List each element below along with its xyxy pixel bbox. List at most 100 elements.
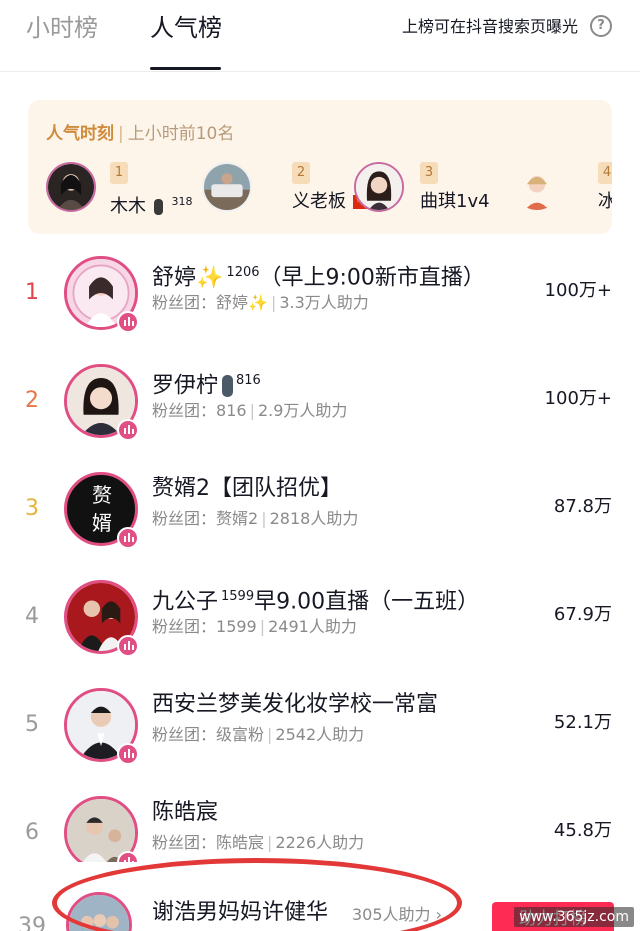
separator: | [259,617,266,636]
streamer-name: 赘婿2【团队招优】 [152,476,342,501]
popularity-moment-card[interactable]: 人气时刻|上小时前10名 1 木木 318 2 义老板 ★ 3 曲琪1v4 [28,100,612,234]
moment-item-name: 冰 [598,191,612,212]
moment-number: 318 [171,195,193,208]
popularity-score: 87.8万 [553,496,612,517]
watermark: www.365jz.com [514,907,634,927]
fan-club-name: 1599 [216,617,257,636]
rank-number: 5 [25,712,39,737]
support-count: 2542人助力 [275,725,365,744]
live-indicator-icon [117,311,139,333]
moment-item[interactable]: 4 冰 [512,158,612,218]
fan-label: 粉丝团： [152,617,217,636]
ranking-row[interactable]: 4 九公子 1599早9.00直播（一五班） 粉丝团：1599 | 2491人助力 6… [0,572,640,680]
my-name: 谢浩男妈妈许健华 [152,900,329,925]
name-text: 罗伊柠 [152,373,219,399]
active-tab-indicator [150,67,221,70]
avatar-text: 赘婿 [92,483,112,535]
ranking-row[interactable]: 3 赘婿 赘婿2【团队招优】 粉丝团：赘婿2 | 2818人助力 87.8万 [0,464,640,572]
fan-label: 粉丝团： [152,293,217,312]
separator: | [270,293,277,312]
fan-label: 粉丝团： [152,509,217,528]
support-count: 2818人助力 [269,509,359,528]
fan-club-info: 粉丝团：陈皓宸 | 2226人助力 [152,832,364,854]
name-tail: 早9.00直播（一五班） [254,589,480,615]
tab-popularity[interactable]: 人气榜 [150,12,222,44]
popularity-score: 67.9万 [553,604,612,625]
name-text: 九公子 [152,589,219,615]
tab-hourly[interactable]: 小时榜 [26,12,98,44]
fan-club-info: 粉丝团：级富粉 | 2542人助力 [152,724,364,746]
moment-rank-badge: 3 [420,162,438,184]
separator: | [261,509,267,528]
moment-rank-badge: 4 [598,162,612,184]
question-circle-icon[interactable]: ? [590,15,612,37]
moment-rank-badge: 2 [292,162,310,184]
live-indicator-icon [117,635,139,657]
popularity-score: 52.1万 [553,712,612,733]
ranking-row[interactable]: 2 罗伊柠 816 粉丝团：816 | 2.9万人助力 100万+ [0,356,640,464]
live-indicator-icon [117,527,139,549]
rank-number: 4 [25,604,39,629]
fan-club-name: 赘婿2 [216,509,259,528]
rank-number: 2 [25,388,39,413]
fan-label: 粉丝团： [152,401,217,420]
popularity-score: 100万+ [544,280,612,301]
moment-item-name: 曲琪1v4 [420,191,490,212]
avatar [512,162,562,212]
support-count: 2491人助力 [268,617,357,636]
support-count: 3.3万人助力 [279,293,369,312]
fan-number: 816 [236,373,261,388]
fan-club-info: 粉丝团：舒婷✨ | 3.3万人助力 [152,292,369,314]
name-text: 舒婷 [152,265,197,291]
my-support-count[interactable]: 305人助力 › [352,904,442,926]
moment-item-name: 木木 318 [110,190,192,219]
fan-number: 1206 [226,265,260,280]
ranking-row[interactable]: 5 西安兰梦美发化妆学校一常富 粉丝团：级富粉 | 2542人助力 52.1万 [0,680,640,788]
moment-item[interactable]: 2 义老板 ★ [202,158,373,218]
moment-item[interactable]: 3 曲琪1v4 [354,158,514,218]
avatar[interactable] [66,892,132,931]
moment-header: 人气时刻 | 上小时前10名 [46,122,234,146]
streamer-name: 舒婷✨ 1206（早上9:00新市直播） [152,258,485,293]
ranking-row[interactable]: 1 舒婷✨ 1206（早上9:00新市直播） 粉丝团：舒婷✨ | 3.3万人助力 10… [0,248,640,356]
fan-club-name: 816 [216,401,247,420]
live-indicator-icon [117,743,139,765]
streamer-name: 陈皓宸 [152,800,219,825]
fan-club-info: 粉丝团：1599 | 2491人助力 [152,616,357,638]
my-rank-number: 39 [18,914,46,931]
ranking-tabs: 小时榜 人气榜 上榜可在抖音搜索页曝光 ? [0,0,640,72]
avatar [354,162,404,212]
streamer-name: 罗伊柠 816 [152,366,261,401]
separator: | [267,833,273,852]
moment-item[interactable]: 1 木木 318 [46,158,206,218]
moment-separator: | [118,124,124,144]
exposure-hint: 上榜可在抖音搜索页曝光 [401,17,578,36]
moment-subtitle: 上小时前10名 [127,124,235,144]
moment-name-text: 木木 [110,196,146,217]
streamer-name: 九公子 1599早9.00直播（一五班） [152,582,479,617]
fan-club-name: 级富粉 [216,725,265,744]
name-tail: （早上9:00新市直播） [259,265,485,291]
avatar [202,162,252,212]
popularity-score: 45.8万 [553,820,612,841]
avatar [46,162,96,212]
separator: | [267,725,273,744]
fan-club-info: 粉丝团：816 | 2.9万人助力 [152,400,347,422]
fan-club-info: 粉丝团：赘婿2 | 2818人助力 [152,508,358,530]
sparkle-icon: ✨ [196,265,224,291]
rank-number: 3 [25,496,39,521]
rank-number: 1 [25,280,39,305]
fan-number: 1599 [221,589,255,604]
fan-label: 粉丝团： [152,833,217,852]
fan-label: 粉丝团： [152,725,217,744]
rank-number: 6 [25,820,39,845]
microphone-icon [222,375,234,398]
popularity-score: 100万+ [544,388,612,409]
fan-club-name: 陈皓宸 [216,833,265,852]
live-indicator-icon [117,419,139,441]
microphone-icon [153,199,163,215]
separator: | [249,401,255,420]
moment-title: 人气时刻 [46,124,114,144]
support-count: 2.9万人助力 [257,401,348,420]
moment-rank-badge: 1 [110,162,128,184]
